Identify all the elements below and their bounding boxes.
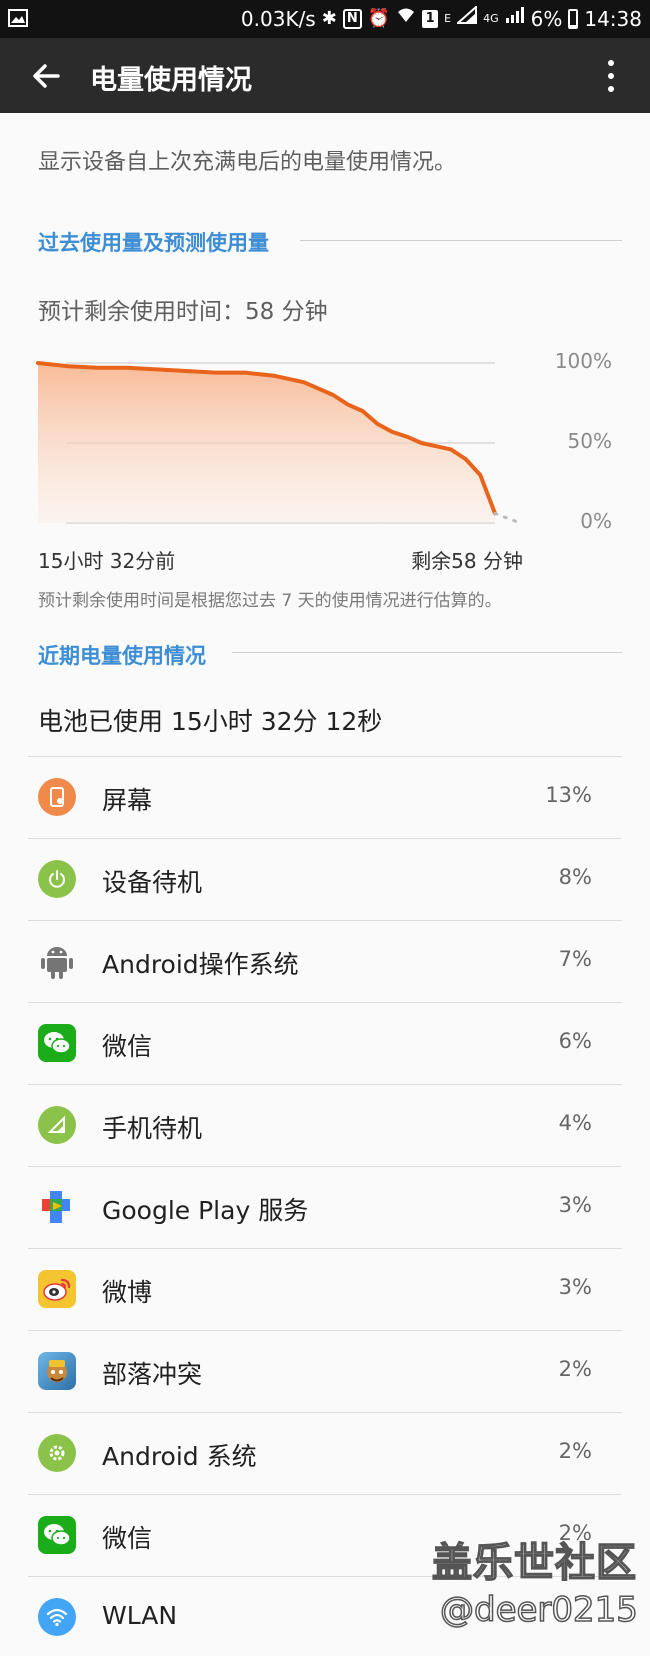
recent-section-heading: 近期电量使用情况 (38, 644, 206, 668)
wechat-icon (38, 1516, 76, 1554)
usage-item-label: 部落冲突 (102, 1360, 203, 1389)
settings-gear-icon (38, 1434, 76, 1472)
usage-item-percent: 2% (558, 1357, 592, 1381)
usage-item-label: WLAN (102, 1601, 178, 1630)
usage-item-percent: 3% (558, 1275, 592, 1299)
chart-x-start-label: 15小时 32分前 (38, 549, 176, 573)
page-description: 显示设备自上次充满电后的电量使用情况。 (38, 150, 457, 175)
usage-list-item[interactable]: Android操作系统 7% (28, 920, 622, 1002)
watermark-handle: @deer0215 (439, 1589, 638, 1631)
network-type-4g: 4G (483, 12, 499, 25)
wifi-icon (38, 1598, 76, 1636)
remaining-time-estimate: 预计剩余使用时间：58 分钟 (38, 299, 328, 325)
usage-list-item[interactable]: 设备待机 8% (28, 838, 622, 920)
network-type-e: E (444, 12, 452, 25)
usage-list-item[interactable]: 手机待机 4% (28, 1084, 622, 1166)
battery-used-duration: 电池已使用 15小时 32分 12秒 (38, 707, 383, 736)
usage-list-item[interactable]: Google Play 服务 3% (28, 1166, 622, 1248)
usage-item-label: 屏幕 (102, 786, 153, 815)
usage-list-item[interactable]: Android 系统 2% (28, 1412, 622, 1494)
sim-indicator: 1 (422, 9, 439, 28)
status-bar: 0.03K/s ✱ N ⏰ 1 E 4G 6% 14:38 (0, 0, 650, 38)
battery-history-chart (36, 361, 522, 525)
estimate-note: 预计剩余使用时间是根据您过去 7 天的使用情况进行估算的。 (38, 591, 502, 611)
section-divider (232, 652, 622, 653)
battery-percent: 6% (530, 6, 563, 31)
power-icon (38, 860, 76, 898)
usage-item-percent: 4% (558, 1111, 592, 1135)
usage-item-percent: 3% (558, 1193, 592, 1217)
usage-item-percent: 7% (558, 947, 592, 971)
chart-y-tick-label: 50% (567, 429, 612, 453)
usage-item-label: Google Play 服务 (102, 1196, 309, 1225)
usage-list: 屏幕 13% 设备待机 8% Android操作系统 7% 微信 6% 手机待机 4% Google… (28, 756, 622, 1656)
usage-item-label: 微信 (102, 1524, 153, 1553)
watermark-text: 盖乐世社区 (431, 1539, 637, 1587)
google-play-services-icon (38, 1188, 76, 1226)
signal-strength-icon-2 (505, 6, 525, 31)
usage-item-percent: 6% (558, 1029, 592, 1053)
signal-strength-icon-1 (455, 4, 478, 31)
usage-item-label: 微信 (102, 1032, 153, 1061)
wechat-icon (38, 1024, 76, 1062)
page-title: 电量使用情况 (90, 65, 252, 96)
screen-icon (38, 778, 76, 816)
usage-item-percent: 2% (558, 1439, 592, 1463)
usage-item-label: Android 系统 (102, 1442, 257, 1471)
usage-list-item[interactable]: 屏幕 13% (28, 756, 622, 838)
chart-y-tick-label: 0% (580, 509, 612, 533)
history-section-heading: 过去使用量及预测使用量 (38, 231, 269, 255)
usage-item-percent: 8% (558, 865, 592, 889)
more-options-icon[interactable] (606, 60, 616, 92)
battery-icon (568, 8, 579, 29)
section-divider (300, 240, 622, 241)
network-speed: 0.03K/s (240, 6, 316, 31)
gallery-notification-icon (8, 8, 28, 32)
chart-y-tick-label: 100% (554, 349, 612, 373)
wifi-status-icon (396, 6, 416, 31)
usage-item-label: 设备待机 (102, 868, 203, 897)
app-bar: 电量使用情况 (0, 38, 650, 113)
predicted-level-line (493, 511, 522, 525)
android-icon (38, 942, 76, 980)
clock: 14:38 (584, 6, 642, 31)
usage-item-label: 微博 (102, 1278, 153, 1307)
usage-list-item[interactable]: 微博 3% (28, 1248, 622, 1330)
usage-item-percent: 13% (545, 783, 592, 807)
back-arrow-icon[interactable] (28, 58, 64, 94)
chart-x-end-label: 剩余58 分钟 (411, 549, 523, 573)
usage-list-item[interactable]: 部落冲突 2% (28, 1330, 622, 1412)
weibo-icon (38, 1270, 76, 1308)
usage-list-item[interactable]: 微信 6% (28, 1002, 622, 1084)
usage-item-label: 手机待机 (102, 1114, 203, 1143)
clash-of-clans-icon (38, 1352, 76, 1390)
usage-item-label: Android操作系统 (102, 950, 299, 979)
alarm-icon: ⏰ (367, 7, 391, 29)
bluetooth-icon: ✱ (321, 7, 337, 29)
nfc-icon: N (342, 8, 362, 29)
signal-icon (38, 1106, 76, 1144)
